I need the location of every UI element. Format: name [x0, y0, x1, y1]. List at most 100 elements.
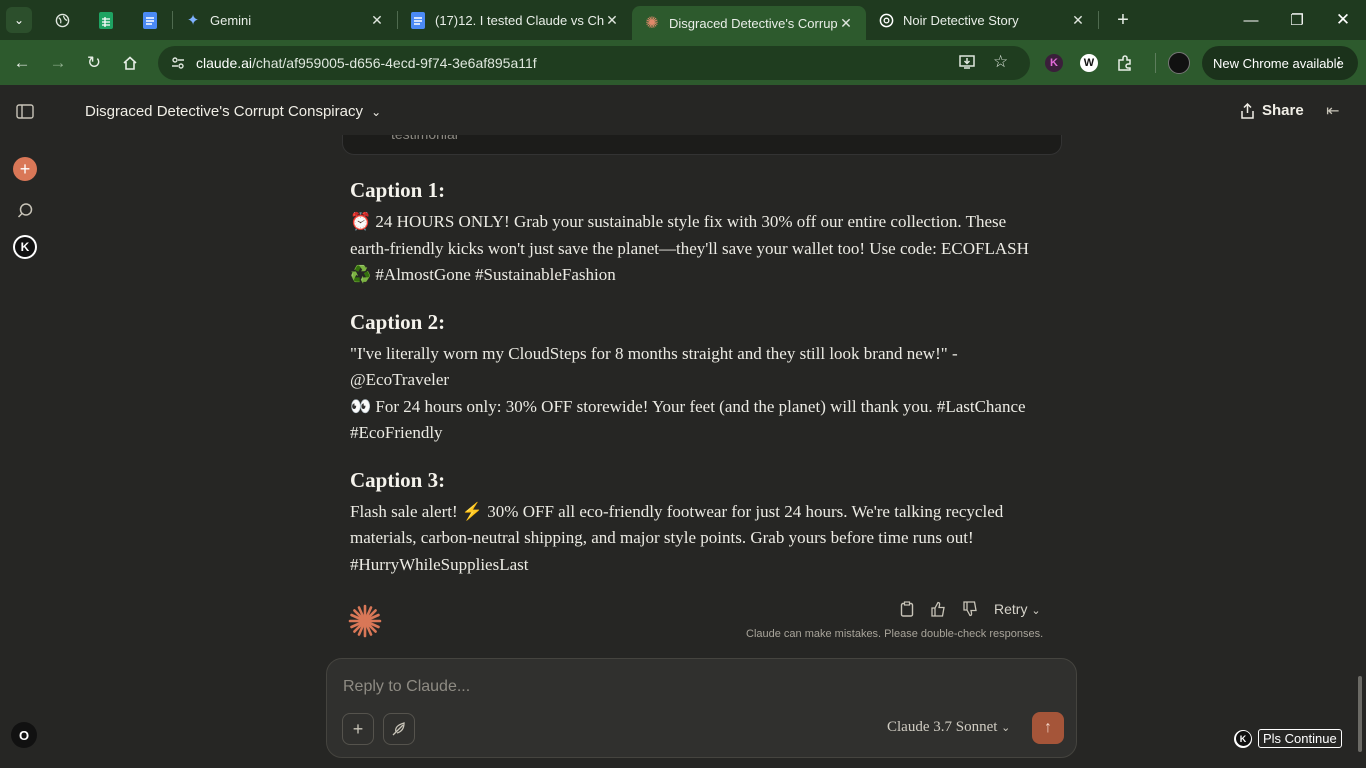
url-text: claude.ai/chat/af959005-d656-4ecd-9f74-3… — [196, 55, 537, 71]
openai-icon — [878, 12, 894, 28]
share-button[interactable]: Share — [1240, 102, 1304, 119]
gemini-icon: ✦ — [186, 12, 200, 29]
close-icon[interactable]: ✕ — [604, 12, 620, 29]
tab-article[interactable]: (17)12. I tested Claude vs ChatG ✕ — [398, 0, 632, 40]
thumbs-up-icon[interactable] — [930, 601, 946, 617]
chevron-down-icon: ⌄ — [13, 13, 25, 27]
caption-text: 👀 For 24 hours only: 30% OFF storewide! … — [350, 396, 1026, 443]
arrow-up-icon: ↑ — [1044, 719, 1052, 736]
chevron-down-icon: ⌄ — [1001, 722, 1011, 734]
chat-title-dropdown[interactable]: Disgraced Detective's Corrupt Conspiracy… — [85, 103, 381, 120]
pinned-tab-sheets[interactable] — [84, 0, 128, 40]
minimize-icon: — — [1243, 11, 1259, 29]
close-icon[interactable]: ✕ — [838, 15, 854, 32]
message-actions: Retry ⌄ — [900, 601, 1041, 617]
collapse-panel-button[interactable]: ⇤ — [1326, 101, 1339, 121]
restore-button[interactable]: ❐ — [1274, 0, 1320, 40]
puzzle-icon — [1118, 55, 1131, 71]
reply-input[interactable]: Reply to Claude... — [343, 678, 470, 696]
reply-composer[interactable]: Reply to Claude... + Claude 3.7 Sonnet ⌄… — [326, 658, 1077, 758]
caption-heading: Caption 3: — [350, 467, 446, 492]
assistant-message: Caption 1: ⏰ 24 HOURS ONLY! Grab your su… — [350, 175, 1040, 596]
user-avatar[interactable]: O — [11, 722, 37, 748]
caption-block: Caption 2: "I've literally worn my Cloud… — [350, 307, 1040, 447]
close-icon[interactable]: ✕ — [1070, 12, 1086, 29]
caption-heading: Caption 1: — [350, 178, 446, 202]
chevron-down-icon: ⌄ — [371, 105, 382, 119]
disclaimer-text: Claude can make mistakes. Please double-… — [746, 628, 1044, 640]
extension-k[interactable]: K — [1040, 49, 1068, 77]
docs-icon — [143, 11, 157, 29]
model-selector[interactable]: Claude 3.7 Sonnet ⌄ — [887, 719, 1010, 736]
sidebar-icon — [16, 103, 34, 119]
minimize-button[interactable]: — — [1228, 0, 1274, 40]
chat-title: Disgraced Detective's Corrupt Conspiracy — [85, 103, 363, 120]
k-circle-icon[interactable]: K — [1234, 729, 1252, 748]
plus-icon: + — [352, 718, 364, 739]
attach-button[interactable]: + — [342, 713, 374, 745]
tab-title: (17)12. I tested Claude vs ChatG — [435, 12, 604, 28]
close-icon: ✕ — [1335, 10, 1351, 29]
reload-icon: ↻ — [86, 52, 102, 72]
caption-heading: Caption 2: — [350, 309, 446, 334]
profile-button[interactable] — [1165, 49, 1193, 77]
caption-text: Flash sale alert! ⚡ 30% OFF all eco-frie… — [350, 501, 1004, 574]
install-app-icon[interactable] — [958, 53, 976, 76]
pls-continue-widget: K Pls Continue — [1234, 729, 1342, 748]
chat-content: testimonial Caption 1: ⏰ 24 HOURS ONLY! … — [0, 135, 1366, 768]
faded-text: testimonial — [391, 135, 458, 142]
docs-icon — [410, 11, 426, 29]
tab-search-button[interactable]: ⌄ — [6, 7, 32, 33]
quill-icon — [392, 722, 405, 736]
model-label: Claude 3.7 Sonnet — [887, 719, 998, 735]
retry-button[interactable]: Retry ⌄ — [994, 601, 1041, 617]
pinned-tab-globe[interactable] — [40, 0, 84, 40]
bookmark-star-icon[interactable]: ☆ — [993, 52, 1008, 72]
claude-spark-icon: ✺ — [645, 15, 659, 32]
tab-title: Disgraced Detective's Corrupt C — [669, 15, 838, 31]
url-path: /chat/af959005-d656-4ecd-9f74-3e6af895a1… — [252, 55, 537, 71]
more-vert-icon[interactable]: ⋮ — [1332, 54, 1346, 71]
toggle-sidebar-button[interactable] — [12, 98, 38, 124]
copy-icon[interactable] — [900, 601, 914, 617]
w-extension-icon: W — [1080, 54, 1098, 72]
new-tab-button[interactable]: + — [1105, 2, 1141, 38]
reload-button[interactable]: ↻ — [76, 45, 112, 81]
home-button[interactable] — [112, 45, 148, 81]
tab-claude-active[interactable]: ✺ Disgraced Detective's Corrupt C ✕ — [632, 6, 866, 40]
restore-icon: ❐ — [1290, 12, 1304, 29]
close-icon[interactable]: ✕ — [369, 12, 385, 29]
browser-tab-strip: ⌄ ✦ Gemini ✕ (17)12. I tested Claude vs … — [0, 0, 1366, 40]
url-host: claude.ai — [196, 55, 253, 71]
extensions-menu-button[interactable] — [1111, 49, 1139, 77]
new-chrome-available-button[interactable]: New Chrome available ⋮ — [1202, 46, 1358, 80]
tab-separator — [1098, 11, 1099, 29]
k-extension-icon: K — [1045, 54, 1063, 72]
tab-title: Gemini — [210, 12, 252, 28]
pls-continue-button[interactable]: Pls Continue — [1258, 729, 1342, 748]
new-chrome-label: New Chrome available — [1213, 55, 1344, 71]
home-icon — [123, 55, 137, 70]
avatar — [1168, 52, 1190, 74]
close-window-button[interactable]: ✕ — [1320, 0, 1366, 40]
sheets-icon — [99, 11, 113, 29]
previous-artifact-card: testimonial — [342, 135, 1062, 155]
share-icon — [1241, 102, 1254, 119]
chevron-down-icon: ⌄ — [1031, 605, 1041, 617]
site-settings-icon[interactable] — [170, 55, 186, 71]
pinned-tab-docs[interactable] — [128, 0, 172, 40]
tab-title: Noir Detective Story — [903, 12, 1019, 28]
chat-header: Disgraced Detective's Corrupt Conspiracy… — [50, 85, 1366, 135]
extension-w[interactable]: W — [1075, 49, 1103, 77]
thumbs-down-icon[interactable] — [962, 601, 978, 617]
address-bar[interactable]: claude.ai/chat/af959005-d656-4ecd-9f74-3… — [158, 46, 1030, 80]
style-button[interactable] — [383, 713, 415, 745]
back-button[interactable]: ← — [4, 45, 40, 81]
send-button[interactable]: ↑ — [1032, 712, 1064, 744]
claude-spark-icon — [348, 604, 382, 638]
tab-noir-story[interactable]: Noir Detective Story ✕ — [866, 0, 1098, 40]
tab-gemini[interactable]: ✦ Gemini ✕ — [173, 0, 397, 40]
forward-button[interactable]: → — [40, 45, 76, 81]
arrow-left-icon: ← — [13, 52, 31, 72]
scrollbar-thumb[interactable] — [1358, 676, 1362, 752]
